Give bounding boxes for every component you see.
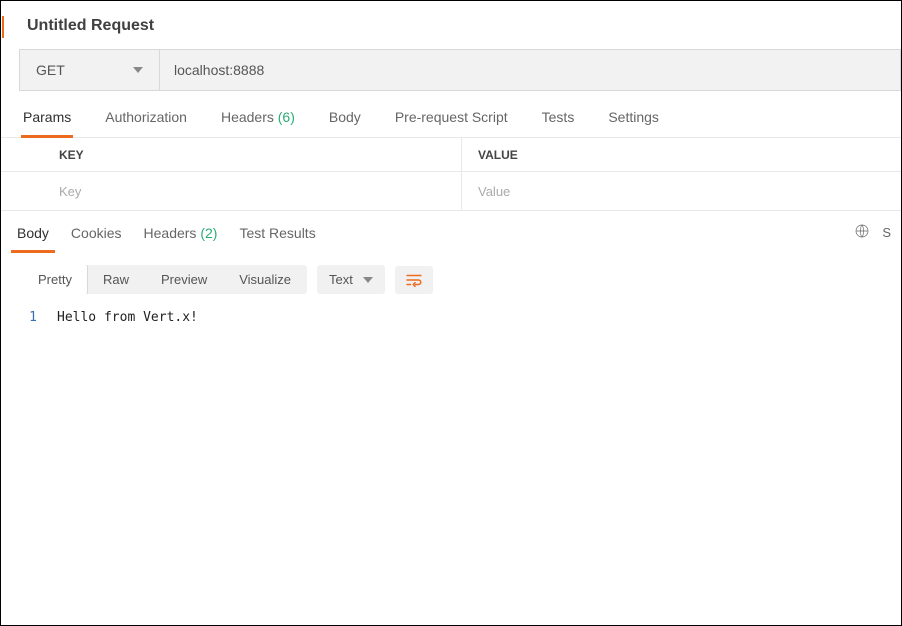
tab-params[interactable]: Params: [23, 109, 71, 137]
view-pretty-button[interactable]: Pretty: [23, 265, 88, 294]
request-tabs: Params Authorization Headers (6) Body Pr…: [1, 91, 901, 137]
wrap-icon: [405, 272, 423, 288]
response-tab-headers[interactable]: Headers (2): [142, 221, 220, 251]
view-preview-button[interactable]: Preview: [145, 265, 223, 294]
tab-settings[interactable]: Settings: [608, 109, 659, 137]
params-row: [1, 172, 901, 210]
param-key-input[interactable]: [59, 184, 461, 199]
code-line: 1 Hello from Vert.x!: [1, 310, 901, 325]
response-tab-cookies[interactable]: Cookies: [69, 221, 124, 251]
chevron-down-icon: [363, 277, 373, 283]
globe-icon[interactable]: [854, 223, 870, 242]
tab-body[interactable]: Body: [329, 109, 361, 137]
tab-headers-label: Headers: [221, 109, 274, 125]
tab-authorization[interactable]: Authorization: [105, 109, 187, 137]
response-view-toolbar: Pretty Raw Preview Visualize Text: [1, 251, 901, 304]
response-tab-test-results[interactable]: Test Results: [237, 221, 317, 251]
tab-headers-count: (6): [278, 109, 295, 125]
tab-prerequest[interactable]: Pre-request Script: [395, 109, 508, 137]
response-meta: S: [854, 223, 891, 242]
chevron-down-icon: [133, 67, 143, 73]
request-title: Untitled Request: [1, 1, 901, 49]
view-visualize-button[interactable]: Visualize: [223, 265, 307, 294]
http-method-select[interactable]: GET: [20, 50, 160, 90]
params-table: KEY VALUE: [1, 137, 901, 211]
response-status-partial: S: [882, 225, 891, 240]
response-tab-body[interactable]: Body: [15, 221, 51, 251]
tab-headers[interactable]: Headers (6): [221, 109, 295, 137]
tab-tests[interactable]: Tests: [542, 109, 575, 137]
params-table-header: KEY VALUE: [1, 138, 901, 172]
view-raw-button[interactable]: Raw: [87, 265, 145, 294]
request-line: GET: [19, 49, 901, 91]
response-tab-headers-label: Headers: [144, 225, 197, 241]
line-number: 1: [1, 310, 57, 325]
params-key-header: KEY: [1, 148, 461, 162]
params-value-header: VALUE: [461, 138, 901, 171]
response-body-editor[interactable]: 1 Hello from Vert.x!: [1, 304, 901, 325]
http-method-value: GET: [36, 62, 65, 78]
wrap-lines-button[interactable]: [395, 266, 433, 294]
tab-active-indicator: [2, 16, 4, 38]
response-tabs: Body Cookies Headers (2) Test Results S: [1, 211, 901, 251]
format-value: Text: [329, 272, 353, 287]
param-value-input[interactable]: [478, 184, 901, 199]
code-text: Hello from Vert.x!: [57, 310, 198, 325]
response-tab-headers-count: (2): [200, 225, 217, 241]
view-mode-group: Pretty Raw Preview Visualize: [23, 265, 307, 294]
url-input[interactable]: [160, 50, 900, 90]
format-select[interactable]: Text: [317, 265, 385, 294]
